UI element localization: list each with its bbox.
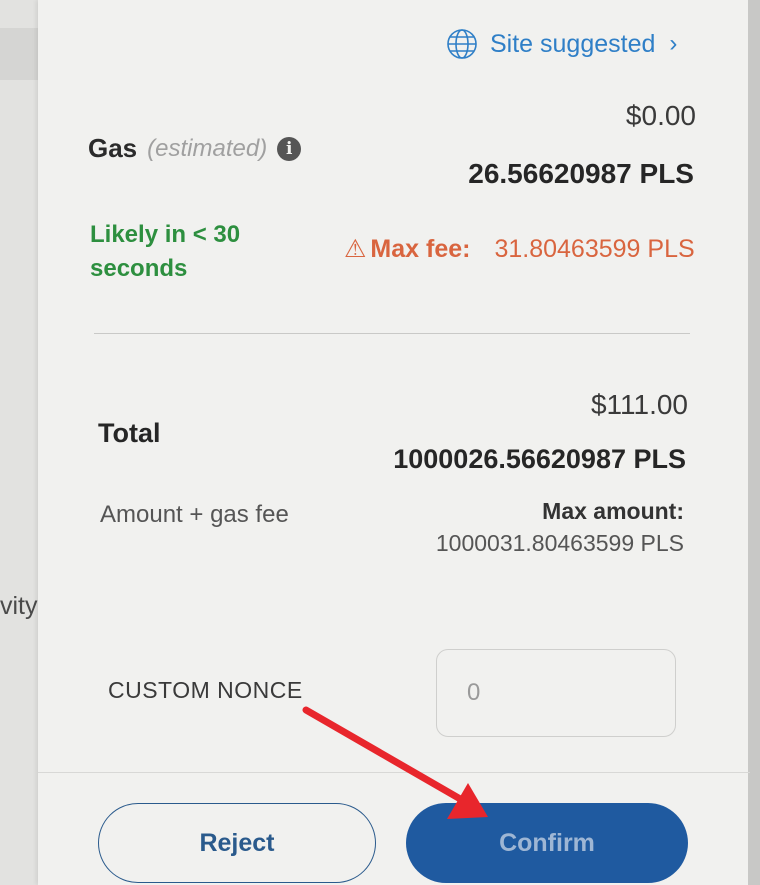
gas-fee-usd: $0.00 (625, 100, 696, 131)
info-icon[interactable]: i (277, 136, 302, 161)
site-suggested-label: Site suggested (490, 29, 656, 58)
total-title: Total (98, 418, 161, 448)
section-divider (94, 333, 690, 334)
max-fee-row: ⚠ Max fee: 31.80463599 PLS (344, 234, 695, 264)
gas-estimated-label: (estimated) (147, 134, 268, 162)
warning-icon: ⚠ (344, 235, 367, 263)
max-fee-value: 31.80463599 PLS (494, 234, 695, 263)
gas-title: Gas (88, 133, 138, 163)
total-subtitle: Amount + gas fee (100, 501, 289, 528)
confirm-button[interactable]: Confirm (406, 803, 688, 883)
max-amount-value: 1000031.80463599 PLS (435, 530, 684, 556)
total-usd: $111.00 (590, 389, 688, 420)
reject-button[interactable]: Reject (98, 803, 376, 883)
globe-icon (447, 29, 477, 59)
chevron-right-icon: › (669, 30, 678, 57)
background-activity-text: vity (0, 592, 38, 620)
site-suggested-link[interactable]: Site suggested › (446, 28, 677, 60)
custom-nonce-input[interactable] (436, 649, 676, 737)
background-highlight (0, 28, 40, 80)
gas-heading: Gas (estimated) i (88, 133, 302, 164)
gas-fee-pls: 26.56620987 PLS (468, 158, 694, 189)
panel-scrollbar[interactable] (748, 0, 760, 885)
footer-divider (38, 772, 750, 773)
gas-timing-estimate: Likely in < 30 seconds (90, 221, 241, 282)
total-pls: 1000026.56620987 PLS (393, 444, 686, 474)
max-fee-label: Max fee: (370, 234, 471, 263)
max-amount-label: Max amount: (542, 498, 684, 524)
custom-nonce-label: CUSTOM NONCE (108, 677, 303, 703)
